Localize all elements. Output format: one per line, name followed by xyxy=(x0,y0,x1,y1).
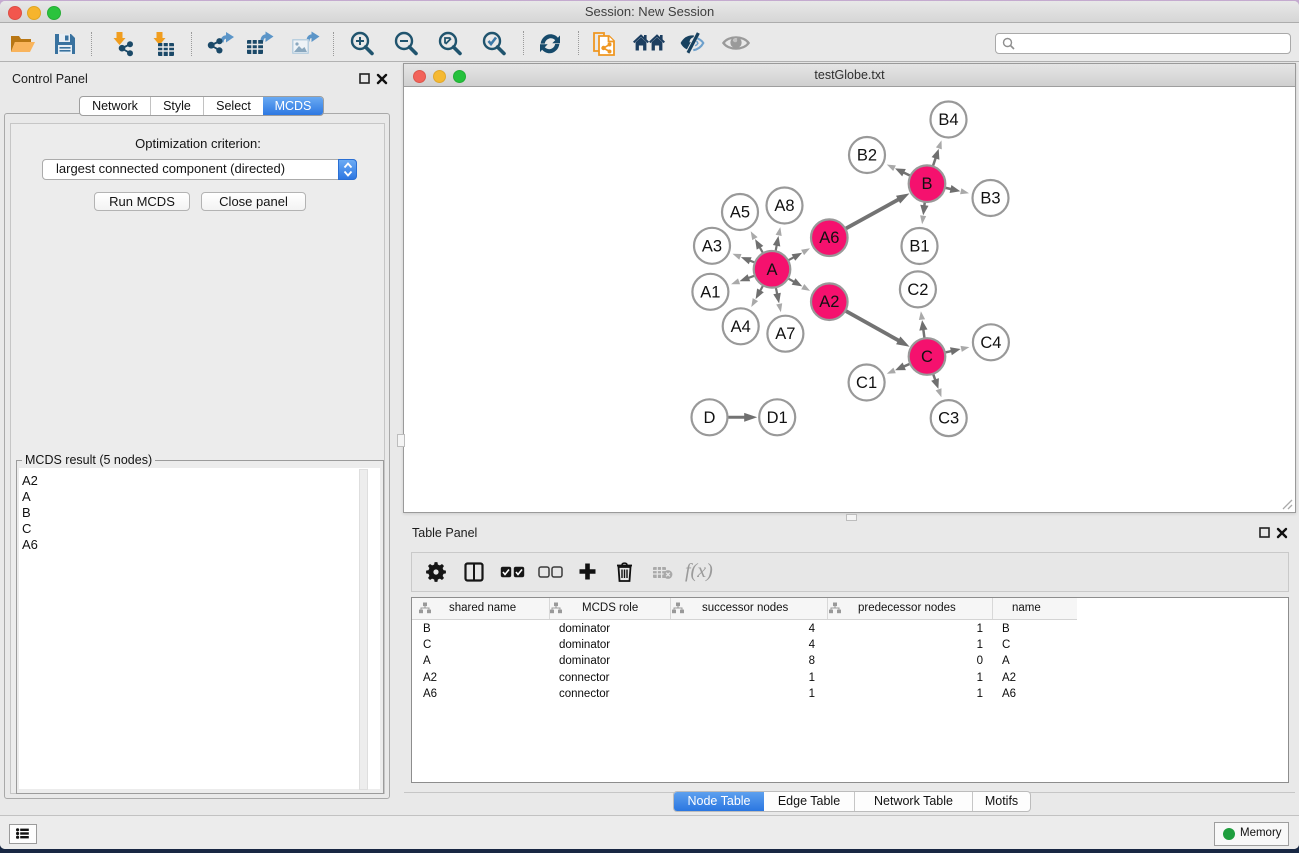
svg-text:B1: B1 xyxy=(909,238,929,256)
svg-text:B: B xyxy=(921,175,932,193)
svg-text:A2: A2 xyxy=(819,293,839,311)
svg-text:C3: C3 xyxy=(938,410,959,428)
svg-text:C4: C4 xyxy=(980,334,1001,352)
svg-text:B4: B4 xyxy=(938,111,958,129)
svg-text:C: C xyxy=(921,348,933,366)
svg-text:D: D xyxy=(704,409,716,427)
svg-text:A5: A5 xyxy=(730,204,750,222)
svg-text:D1: D1 xyxy=(767,409,788,427)
svg-text:A6: A6 xyxy=(819,229,839,247)
svg-text:B3: B3 xyxy=(980,190,1000,208)
svg-text:A4: A4 xyxy=(731,318,751,336)
svg-text:C1: C1 xyxy=(856,374,877,392)
svg-text:A8: A8 xyxy=(774,197,794,215)
svg-text:A3: A3 xyxy=(702,237,722,255)
svg-text:A7: A7 xyxy=(775,325,795,343)
svg-text:C2: C2 xyxy=(907,281,928,299)
svg-text:B2: B2 xyxy=(857,147,877,165)
svg-text:A1: A1 xyxy=(700,283,720,301)
svg-text:A: A xyxy=(766,261,777,279)
